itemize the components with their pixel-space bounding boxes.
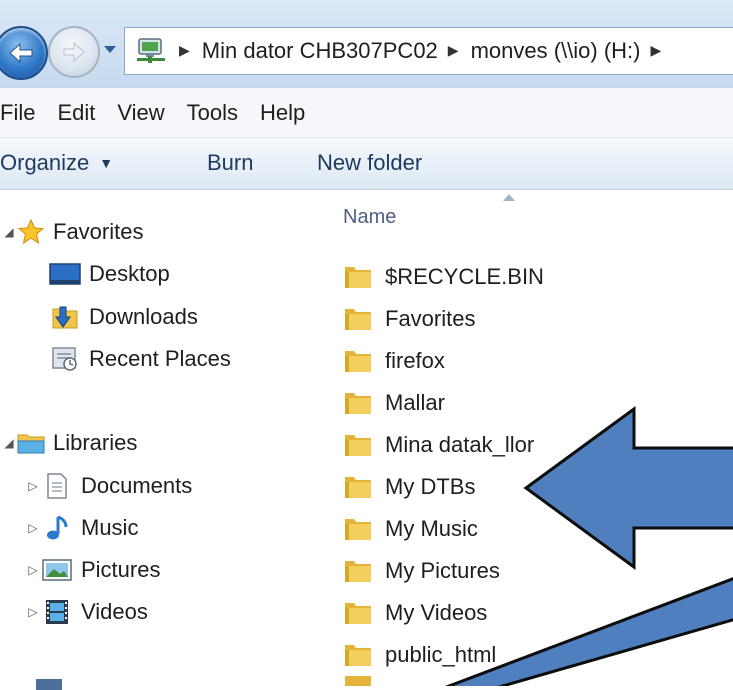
- list-item[interactable]: My Pictures: [343, 554, 500, 588]
- nav-libraries[interactable]: ◢ Libraries: [2, 425, 137, 461]
- chevron-down-icon: [104, 46, 116, 53]
- left-arrow-annotation: [523, 406, 733, 570]
- star-icon: [16, 217, 46, 247]
- expand-triangle-icon[interactable]: ▷: [26, 563, 40, 577]
- nav-favorites[interactable]: ◢ Favorites: [2, 214, 143, 250]
- list-item[interactable]: Favorites: [343, 302, 475, 336]
- expand-triangle-icon[interactable]: ▷: [26, 521, 40, 535]
- list-item-label: $RECYCLE.BIN: [385, 264, 544, 289]
- organize-button[interactable]: Organize ▼: [0, 150, 113, 176]
- forward-button[interactable]: [48, 26, 100, 78]
- nav-documents[interactable]: ▷ Documents: [26, 468, 192, 504]
- address-field[interactable]: ▶ Min dator CHB307PC02 ▶ monves (\\io) (…: [124, 27, 733, 75]
- breadcrumb-separator-icon[interactable]: ▶: [448, 43, 459, 59]
- folder-icon: [345, 435, 371, 456]
- nav-desktop[interactable]: Desktop: [48, 256, 170, 292]
- breadcrumb-drive[interactable]: monves (\\io) (H:): [471, 38, 641, 64]
- breadcrumb-separator-icon[interactable]: ▶: [179, 43, 190, 59]
- list-item[interactable]: firefox: [343, 344, 445, 378]
- nav-pictures[interactable]: ▷ Pictures: [26, 552, 160, 588]
- folder-icon: [345, 676, 371, 686]
- sort-ascending-icon: [503, 194, 515, 201]
- list-item[interactable]: Mallar: [343, 386, 445, 420]
- nav-videos[interactable]: ▷ Videos: [26, 594, 148, 630]
- new-folder-button[interactable]: New folder: [317, 150, 422, 176]
- menu-help[interactable]: Help: [251, 100, 318, 126]
- command-bar: Organize ▼ Burn New folder: [0, 138, 733, 190]
- pictures-icon: [40, 555, 74, 585]
- nav-pictures-label: Pictures: [81, 557, 161, 582]
- recent-places-icon: [48, 344, 82, 374]
- nav-music-label: Music: [81, 515, 139, 540]
- list-item-label: firefox: [385, 348, 445, 373]
- back-button[interactable]: [0, 26, 48, 80]
- forward-arrow-icon: [63, 42, 85, 62]
- list-item-label: Mina datak_llor: [385, 432, 535, 457]
- burn-label: Burn: [207, 150, 254, 175]
- nav-downloads[interactable]: Downloads: [48, 299, 198, 335]
- list-item[interactable]: Mina datak_llor: [343, 428, 534, 462]
- list-item-label: Mallar: [385, 390, 445, 415]
- nav-libraries-label: Libraries: [53, 430, 138, 455]
- list-item-label: Favorites: [385, 306, 476, 331]
- list-item[interactable]: $RECYCLE.BIN: [343, 260, 544, 294]
- nav-videos-label: Videos: [81, 599, 148, 624]
- column-header-label: Name: [343, 206, 397, 228]
- list-item-label: My Pictures: [385, 558, 500, 583]
- music-icon: [40, 513, 74, 543]
- nav-recent-places-label: Recent Places: [89, 346, 231, 371]
- nav-computer-partial[interactable]: [32, 676, 73, 690]
- list-item[interactable]: My DTBs: [343, 470, 475, 504]
- new-folder-label: New folder: [317, 150, 423, 175]
- folder-icon: [345, 309, 371, 330]
- libraries-icon: [16, 428, 46, 458]
- expand-triangle-icon[interactable]: ▷: [26, 479, 40, 493]
- collapse-triangle-icon[interactable]: ◢: [2, 225, 16, 239]
- expand-triangle-icon[interactable]: ▷: [26, 605, 40, 619]
- menu-tools[interactable]: Tools: [178, 100, 251, 126]
- menu-file[interactable]: File: [0, 100, 48, 126]
- network-computer-icon: [135, 36, 169, 66]
- back-arrow-icon: [9, 42, 33, 64]
- organize-label: Organize: [0, 150, 90, 175]
- nav-music[interactable]: ▷ Music: [26, 510, 138, 546]
- list-item-label: My DTBs: [385, 474, 476, 499]
- nav-favorites-label: Favorites: [53, 219, 144, 244]
- folder-icon: [345, 393, 371, 414]
- nav-recent-places[interactable]: Recent Places: [48, 341, 231, 377]
- list-item[interactable]: My Music: [343, 512, 478, 546]
- folder-icon: [345, 267, 371, 288]
- list-item-label: My Videos: [385, 600, 488, 625]
- address-bar: ▶ Min dator CHB307PC02 ▶ monves (\\io) (…: [0, 0, 733, 88]
- list-item-label: public_html: [385, 642, 497, 667]
- nav-documents-label: Documents: [81, 473, 193, 498]
- list-item[interactable]: public_html: [343, 638, 496, 672]
- folder-icon: [345, 561, 371, 582]
- documents-icon: [40, 471, 74, 501]
- folder-icon: [345, 351, 371, 372]
- desktop-icon: [48, 259, 82, 289]
- folder-icon: [345, 519, 371, 540]
- nav-desktop-label: Desktop: [89, 261, 170, 286]
- folder-icon: [345, 477, 371, 498]
- breadcrumb-separator-icon[interactable]: ▶: [651, 43, 662, 59]
- menu-view[interactable]: View: [108, 100, 177, 126]
- folder-icon: [345, 645, 371, 666]
- nav-downloads-label: Downloads: [89, 304, 198, 329]
- folder-icon: [345, 603, 371, 624]
- list-item-label: My Music: [385, 516, 478, 541]
- downloads-icon: [48, 302, 82, 332]
- list-item[interactable]: My Videos: [343, 596, 487, 630]
- recent-pages-button[interactable]: [102, 40, 118, 58]
- menu-bar: File Edit View Tools Help: [0, 88, 733, 138]
- computer-icon: [32, 676, 66, 690]
- chevron-down-icon: ▼: [99, 155, 114, 171]
- menu-edit[interactable]: Edit: [48, 100, 108, 126]
- videos-icon: [40, 597, 74, 627]
- burn-button[interactable]: Burn: [207, 150, 253, 176]
- navigation-pane: ◢ Favorites Desktop Downloads Recent Pla…: [0, 190, 318, 690]
- breadcrumb-computer[interactable]: Min dator CHB307PC02: [202, 38, 438, 64]
- list-item-partial[interactable]: [343, 676, 385, 686]
- collapse-triangle-icon[interactable]: ◢: [2, 436, 16, 450]
